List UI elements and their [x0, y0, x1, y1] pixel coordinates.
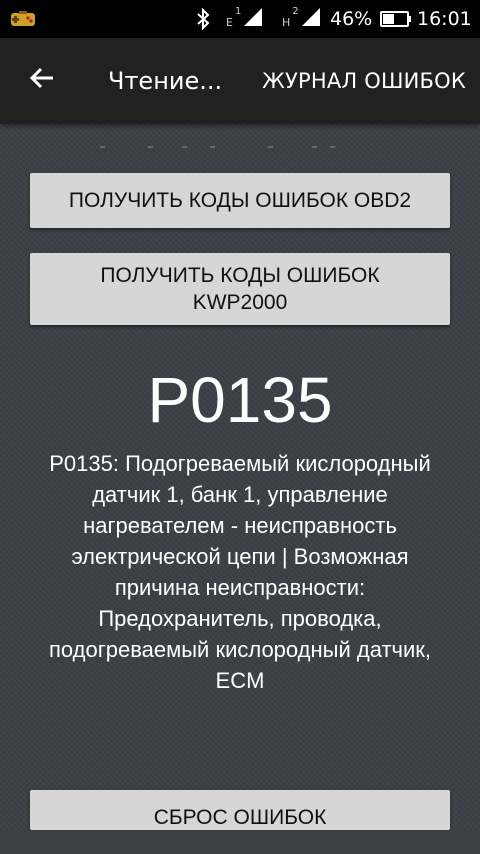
app-bar: Чтение... ЖУРНАЛ ОШИБОК [0, 38, 480, 124]
sim2-signal: H 2 [282, 0, 322, 38]
clock: 16:01 [417, 8, 472, 30]
battery-icon [380, 11, 412, 27]
error-log-button[interactable]: ЖУРНАЛ ОШИБОК [262, 38, 466, 124]
error-description: P0135: Подогреваемый кислородный датчик … [48, 451, 432, 693]
sim1-network-type: E [226, 15, 233, 29]
game-controller-icon [10, 10, 36, 28]
divider [0, 140, 480, 152]
bluetooth-icon [196, 0, 210, 38]
bottom-edge [0, 830, 480, 854]
page-title: Чтение... [108, 67, 223, 95]
error-code: P0135 [147, 364, 333, 436]
back-button[interactable] [22, 60, 62, 100]
app-screen: E 1 H 2 46% 16:01 Чтение... ЖУРНАЛ ОШИБО… [0, 0, 480, 854]
battery-percent: 46% [330, 8, 373, 30]
signal-icon [242, 6, 264, 32]
kwp-button-label-line2: KWP2000 [192, 291, 288, 314]
kwp-button-label-line1: ПОЛУЧИТЬ КОДЫ ОШИБОК [100, 264, 380, 287]
reset-errors-button[interactable]: СБРОС ОШИБОК [30, 790, 450, 830]
arrow-left-icon [29, 67, 55, 93]
sim2-number: 2 [292, 5, 299, 17]
sim2-network-type: H [282, 15, 291, 29]
sim1-number: 1 [234, 5, 242, 17]
signal-icon [300, 6, 322, 32]
get-kwp2000-codes-button[interactable]: ПОЛУЧИТЬ КОДЫ ОШИБОК KWP2000 [30, 253, 450, 325]
get-obd2-codes-button[interactable]: ПОЛУЧИТЬ КОДЫ ОШИБОК OBD2 [30, 173, 450, 228]
sim1-signal: E 1 [226, 0, 264, 38]
status-bar: E 1 H 2 46% 16:01 [0, 0, 480, 38]
